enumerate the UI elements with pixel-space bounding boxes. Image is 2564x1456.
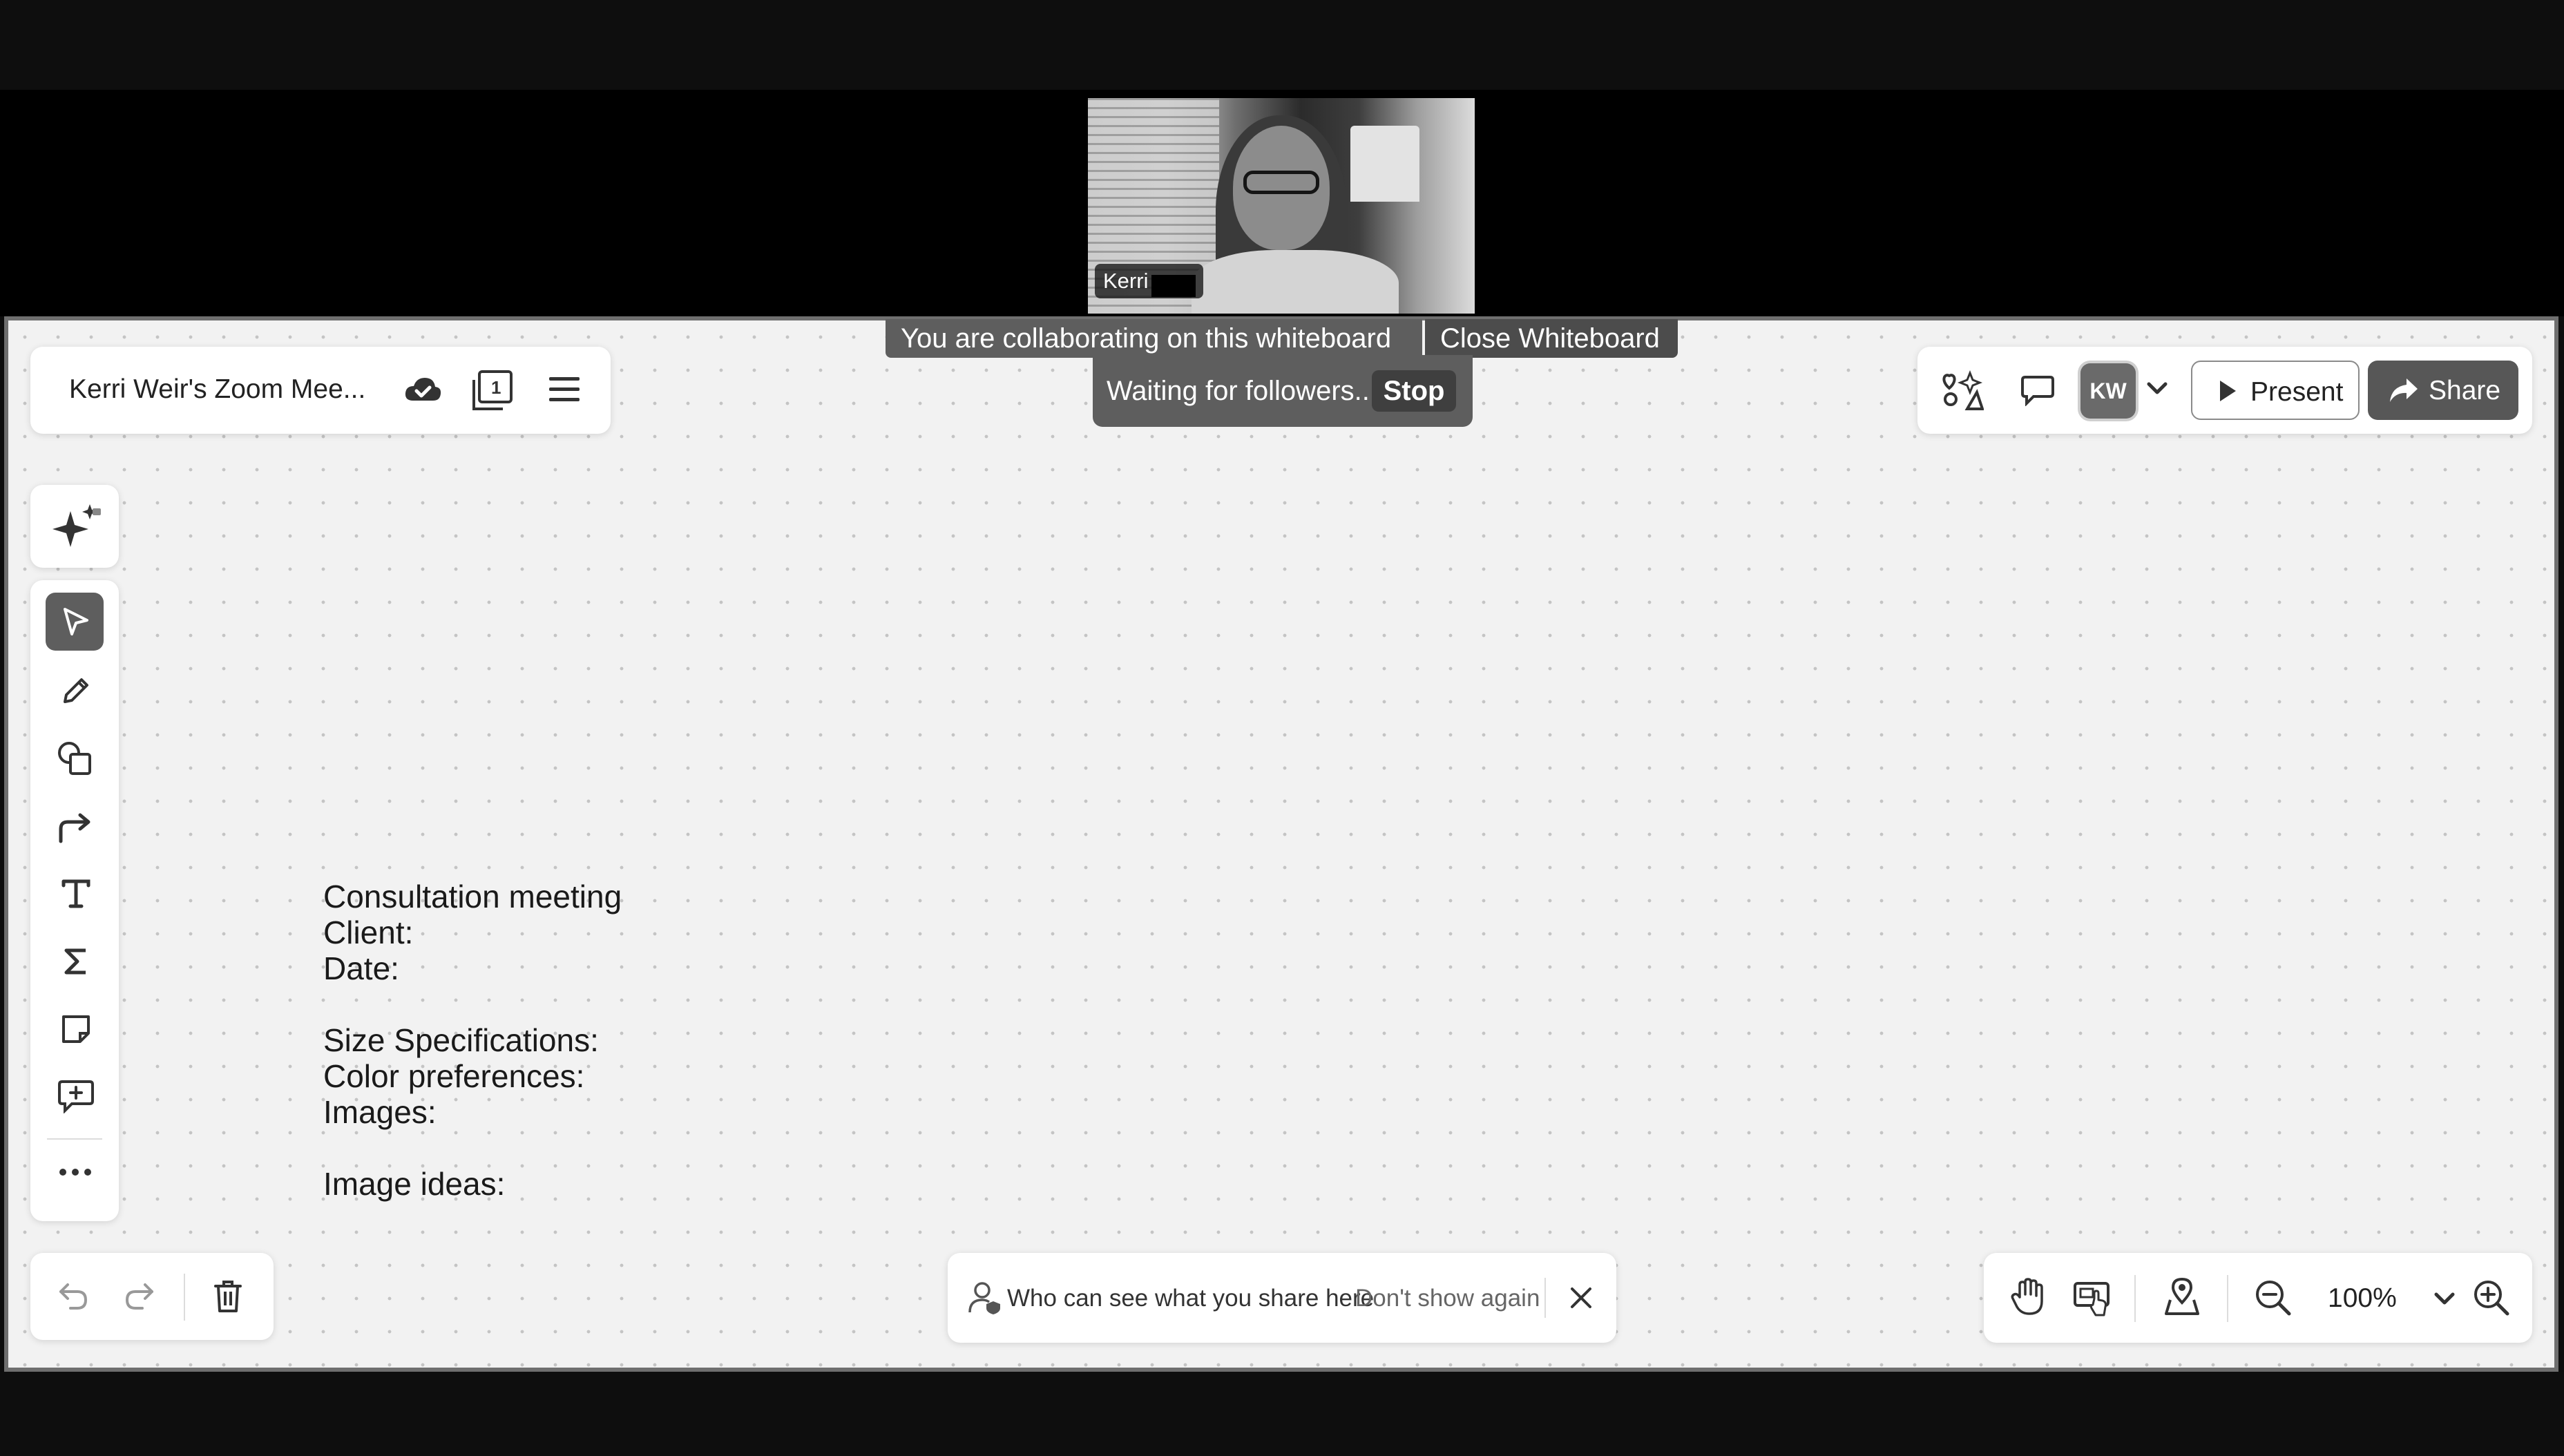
zoom-out-icon[interactable]: [2255, 1279, 2292, 1316]
canvas-line: Image ideas:: [323, 1166, 506, 1202]
stop-button[interactable]: Stop: [1372, 370, 1456, 412]
history-toolbar: [30, 1253, 274, 1340]
comment-tool-icon[interactable]: [58, 1079, 94, 1113]
menu-icon[interactable]: [548, 374, 580, 405]
share-label: Share: [2429, 376, 2501, 405]
zoom-toolbar: 100%: [1984, 1253, 2532, 1343]
chevron-down-icon[interactable]: [2147, 381, 2168, 396]
zoom-divider: [2134, 1275, 2136, 1322]
bottom-bar: [0, 1372, 2564, 1456]
ai-sparkle-icon[interactable]: [50, 503, 105, 551]
video-background-lamp: [1350, 126, 1419, 202]
close-whiteboard-button[interactable]: Close Whiteboard: [1425, 319, 1678, 358]
comments-icon[interactable]: [2021, 374, 2054, 406]
participant-video[interactable]: Kerri: [1088, 98, 1475, 314]
sticky-note-tool-icon[interactable]: [59, 1013, 93, 1046]
present-label: Present: [2250, 377, 2344, 407]
canvas-line: Consultation meeting: [323, 879, 622, 914]
pages-icon[interactable]: 1: [470, 369, 515, 413]
text-tool-icon[interactable]: [61, 877, 91, 909]
zoom-in-icon[interactable]: [2473, 1279, 2510, 1316]
notice-divider: [1544, 1278, 1546, 1318]
dont-show-again-button[interactable]: Don't show again: [1355, 1285, 1540, 1312]
chevron-down-icon[interactable]: [2434, 1292, 2455, 1307]
video-person-body: [1192, 250, 1399, 314]
close-icon[interactable]: [1569, 1286, 1593, 1310]
canvas-text-block[interactable]: Consultation meeting Client: Date: Size …: [323, 879, 622, 1202]
drawing-toolbar: [30, 580, 119, 1221]
canvas-line: [323, 1130, 622, 1166]
canvas-line: [323, 986, 622, 1022]
sharing-notice: Who can see what you share here Don't sh…: [948, 1253, 1616, 1343]
sharing-notice-text[interactable]: Who can see what you share here: [1007, 1285, 1374, 1312]
formula-tool-icon[interactable]: [62, 946, 90, 977]
pen-tool-icon[interactable]: [59, 674, 93, 707]
history-divider: [184, 1274, 185, 1321]
video-person-glasses: [1243, 171, 1319, 194]
board-title[interactable]: Kerri Weir's Zoom Mee...: [69, 374, 365, 405]
shapes-tool-icon[interactable]: [57, 740, 95, 778]
connector-tool-icon[interactable]: [57, 808, 95, 845]
collaboration-toolbar: KW Present Share: [1917, 347, 2532, 434]
trash-icon[interactable]: [213, 1279, 243, 1314]
zoom-divider: [2227, 1275, 2228, 1322]
zoom-level[interactable]: 100%: [2328, 1283, 2397, 1314]
hand-tool-icon[interactable]: [2010, 1278, 2045, 1316]
canvas-line: Color preferences:: [323, 1058, 585, 1094]
redacted-name: [1151, 275, 1196, 297]
collaborating-banner: You are collaborating on this whiteboard: [886, 319, 1422, 358]
top-bar: [0, 0, 2564, 90]
user-visibility-icon: [968, 1281, 1002, 1315]
canvas-line: Images:: [323, 1094, 437, 1130]
whiteboard-canvas[interactable]: Consultation meeting Client: Date: Size …: [4, 316, 2558, 1372]
redo-icon[interactable]: [123, 1281, 155, 1312]
present-button[interactable]: Present: [2191, 361, 2360, 420]
share-button[interactable]: Share: [2368, 361, 2518, 420]
canvas-line: Client:: [323, 914, 414, 950]
follow-screen-icon[interactable]: [2072, 1279, 2112, 1316]
tool-divider: [47, 1138, 102, 1140]
location-pin-icon[interactable]: [2163, 1276, 2201, 1316]
play-icon: [2217, 379, 2238, 403]
avatar[interactable]: KW: [2080, 363, 2136, 419]
canvas-line: Date:: [323, 950, 399, 986]
add-reaction-icon[interactable]: [1940, 369, 1984, 412]
undo-icon[interactable]: [58, 1281, 90, 1312]
page-count: 1: [491, 377, 501, 398]
canvas-line: Size Specifications:: [323, 1022, 599, 1058]
ai-assistant-panel: [30, 485, 119, 568]
more-tools-icon[interactable]: [58, 1167, 93, 1177]
select-tool-icon[interactable]: [61, 606, 91, 638]
cloud-saved-icon[interactable]: [403, 373, 442, 406]
board-header: Kerri Weir's Zoom Mee... 1: [30, 347, 611, 434]
share-arrow-icon: [2389, 377, 2419, 403]
